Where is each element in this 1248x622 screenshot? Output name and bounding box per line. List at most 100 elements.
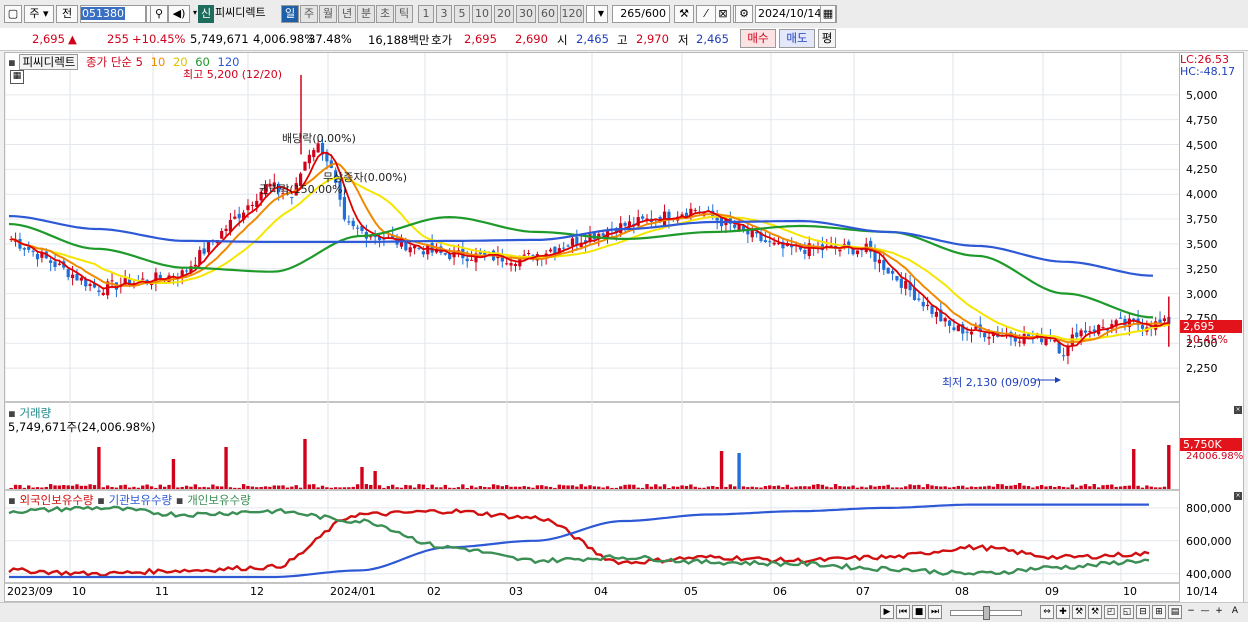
volume-bar bbox=[53, 485, 57, 489]
minute-10-button[interactable]: 10 bbox=[472, 5, 492, 23]
chart-type-icon[interactable]: ⚒ bbox=[674, 5, 694, 23]
scroll-right-icon[interactable]: ▶ bbox=[880, 605, 894, 619]
volume-bar bbox=[1022, 485, 1026, 489]
tool-icon[interactable]: ⊞ bbox=[1152, 605, 1166, 619]
sell-button[interactable]: 매도 bbox=[779, 29, 815, 48]
candle-body bbox=[53, 261, 57, 267]
volume-bar bbox=[855, 487, 860, 489]
tool-icon[interactable]: ▤ bbox=[1168, 605, 1182, 619]
volume-bar bbox=[702, 487, 706, 489]
table-toggle-icon[interactable]: ▦ bbox=[10, 70, 24, 84]
x-axis-label: 10 bbox=[1123, 585, 1137, 598]
volume-bar bbox=[728, 484, 733, 489]
minute-30-button[interactable]: 30 bbox=[516, 5, 536, 23]
tool-icon[interactable]: ⚒ bbox=[1088, 605, 1102, 619]
volume-bar bbox=[233, 487, 237, 489]
candle-body bbox=[57, 263, 62, 265]
volume-bar bbox=[658, 486, 662, 489]
volume-pane-close-icon[interactable]: × bbox=[1234, 406, 1242, 414]
candle-body bbox=[27, 246, 31, 250]
period-second-tab[interactable]: 초 bbox=[376, 5, 394, 23]
candle-body bbox=[733, 224, 737, 228]
volume-bar bbox=[434, 487, 439, 489]
candle-body bbox=[947, 320, 952, 326]
font-size-icon[interactable]: A bbox=[1228, 605, 1242, 619]
price-tick: 4,500 bbox=[1186, 138, 1218, 152]
layout-icon[interactable]: ▢ bbox=[4, 5, 22, 23]
candle-body bbox=[641, 216, 645, 219]
period-day-tab[interactable]: 일 bbox=[281, 5, 299, 23]
settings-gear-icon[interactable]: ⚙ bbox=[735, 5, 753, 23]
stock-code-input[interactable]: 051380 bbox=[80, 5, 146, 23]
price-tick: 4,250 bbox=[1186, 163, 1218, 177]
draw-tool-icon[interactable]: ⊠ bbox=[715, 5, 731, 23]
volume-bar bbox=[154, 487, 158, 489]
candle-body bbox=[838, 249, 842, 252]
zoom-slider-handle[interactable] bbox=[983, 606, 990, 620]
custom-period-dropdown[interactable]: ▼ bbox=[594, 5, 608, 23]
volume-bar bbox=[724, 486, 728, 489]
minute-3-button[interactable]: 3 bbox=[436, 5, 452, 23]
search-icon[interactable]: ⚲ bbox=[150, 5, 168, 23]
minute-60-button[interactable]: 60 bbox=[538, 5, 558, 23]
scroll-first-icon[interactable]: ⏮ bbox=[896, 605, 910, 619]
trading-amount: 16,188백만 bbox=[368, 33, 430, 47]
candle-body bbox=[513, 264, 518, 267]
candle-body bbox=[206, 241, 211, 253]
tool-icon[interactable]: ◱ bbox=[1120, 605, 1134, 619]
volume-bar bbox=[811, 484, 816, 489]
volume-title: 거래량 bbox=[19, 406, 52, 420]
volume-bar bbox=[241, 484, 246, 489]
candle-body bbox=[575, 236, 579, 245]
volume-bar bbox=[803, 486, 807, 489]
period-tick-tab[interactable]: 틱 bbox=[395, 5, 413, 23]
calendar-icon[interactable]: ▦ bbox=[820, 5, 836, 23]
stop-icon[interactable]: ■ bbox=[912, 605, 926, 619]
chart-canvas[interactable] bbox=[4, 53, 1179, 601]
candle-body bbox=[1061, 355, 1066, 357]
holdings-pane-close-icon[interactable]: × bbox=[1234, 492, 1242, 500]
tool-icon[interactable]: ⊟ bbox=[1136, 605, 1150, 619]
candle-body bbox=[470, 259, 474, 261]
candle-body bbox=[290, 196, 294, 198]
market-type-select[interactable]: 주 ▾ bbox=[24, 5, 54, 23]
volume-bar bbox=[84, 485, 88, 489]
candle-body bbox=[829, 245, 833, 247]
minute-1-button[interactable]: 1 bbox=[418, 5, 434, 23]
period-month-tab[interactable]: 월 bbox=[319, 5, 337, 23]
volume-bar bbox=[509, 486, 513, 489]
zoom-out-small-icon[interactable]: — bbox=[1198, 605, 1212, 619]
count-field[interactable]: 265/600 bbox=[612, 5, 670, 23]
zoom-in-icon[interactable]: + bbox=[1212, 605, 1226, 619]
market-all-button[interactable]: 전 bbox=[56, 5, 78, 23]
crosshair-icon[interactable]: ✚ bbox=[1056, 605, 1070, 619]
scroll-last-icon[interactable]: ⏭ bbox=[928, 605, 942, 619]
speaker-icon[interactable]: ◀) bbox=[168, 5, 190, 23]
period-year-tab[interactable]: 년 bbox=[338, 5, 356, 23]
legend-institution: 기관보유수량 bbox=[108, 493, 173, 507]
candle-body bbox=[1101, 327, 1105, 329]
volume-bar bbox=[895, 487, 899, 489]
volume-bar bbox=[369, 485, 373, 489]
buy-button[interactable]: 매수 bbox=[740, 29, 776, 48]
candle-body bbox=[443, 253, 447, 255]
zoom-out-icon[interactable]: − bbox=[1184, 605, 1198, 619]
fit-icon[interactable]: ⇔ bbox=[1040, 605, 1054, 619]
volume-bar bbox=[882, 485, 886, 489]
volume-bar bbox=[982, 486, 987, 489]
minute-20-button[interactable]: 20 bbox=[494, 5, 514, 23]
volume-bar bbox=[921, 487, 925, 489]
chart-area[interactable]: ▪ 피씨디렉트 종가 단순 5 10 20 60 120 ▦ 최고 5,200 … bbox=[4, 52, 1180, 602]
volume-bar bbox=[22, 487, 27, 489]
period-week-tab[interactable]: 주 bbox=[300, 5, 318, 23]
price-change-pct: +10.45% bbox=[132, 32, 186, 46]
tool-icon[interactable]: ⚒ bbox=[1072, 605, 1086, 619]
period-minute-tab[interactable]: 분 bbox=[357, 5, 375, 23]
tool-icon[interactable]: ◰ bbox=[1104, 605, 1118, 619]
volume-bar bbox=[474, 487, 478, 489]
holding-tick: 400,000 bbox=[1186, 568, 1232, 581]
trendline-icon[interactable]: ⁄ bbox=[696, 5, 716, 23]
minute-120-button[interactable]: 120 bbox=[560, 5, 584, 23]
eval-button[interactable]: 평 bbox=[818, 29, 836, 48]
minute-5-button[interactable]: 5 bbox=[454, 5, 470, 23]
